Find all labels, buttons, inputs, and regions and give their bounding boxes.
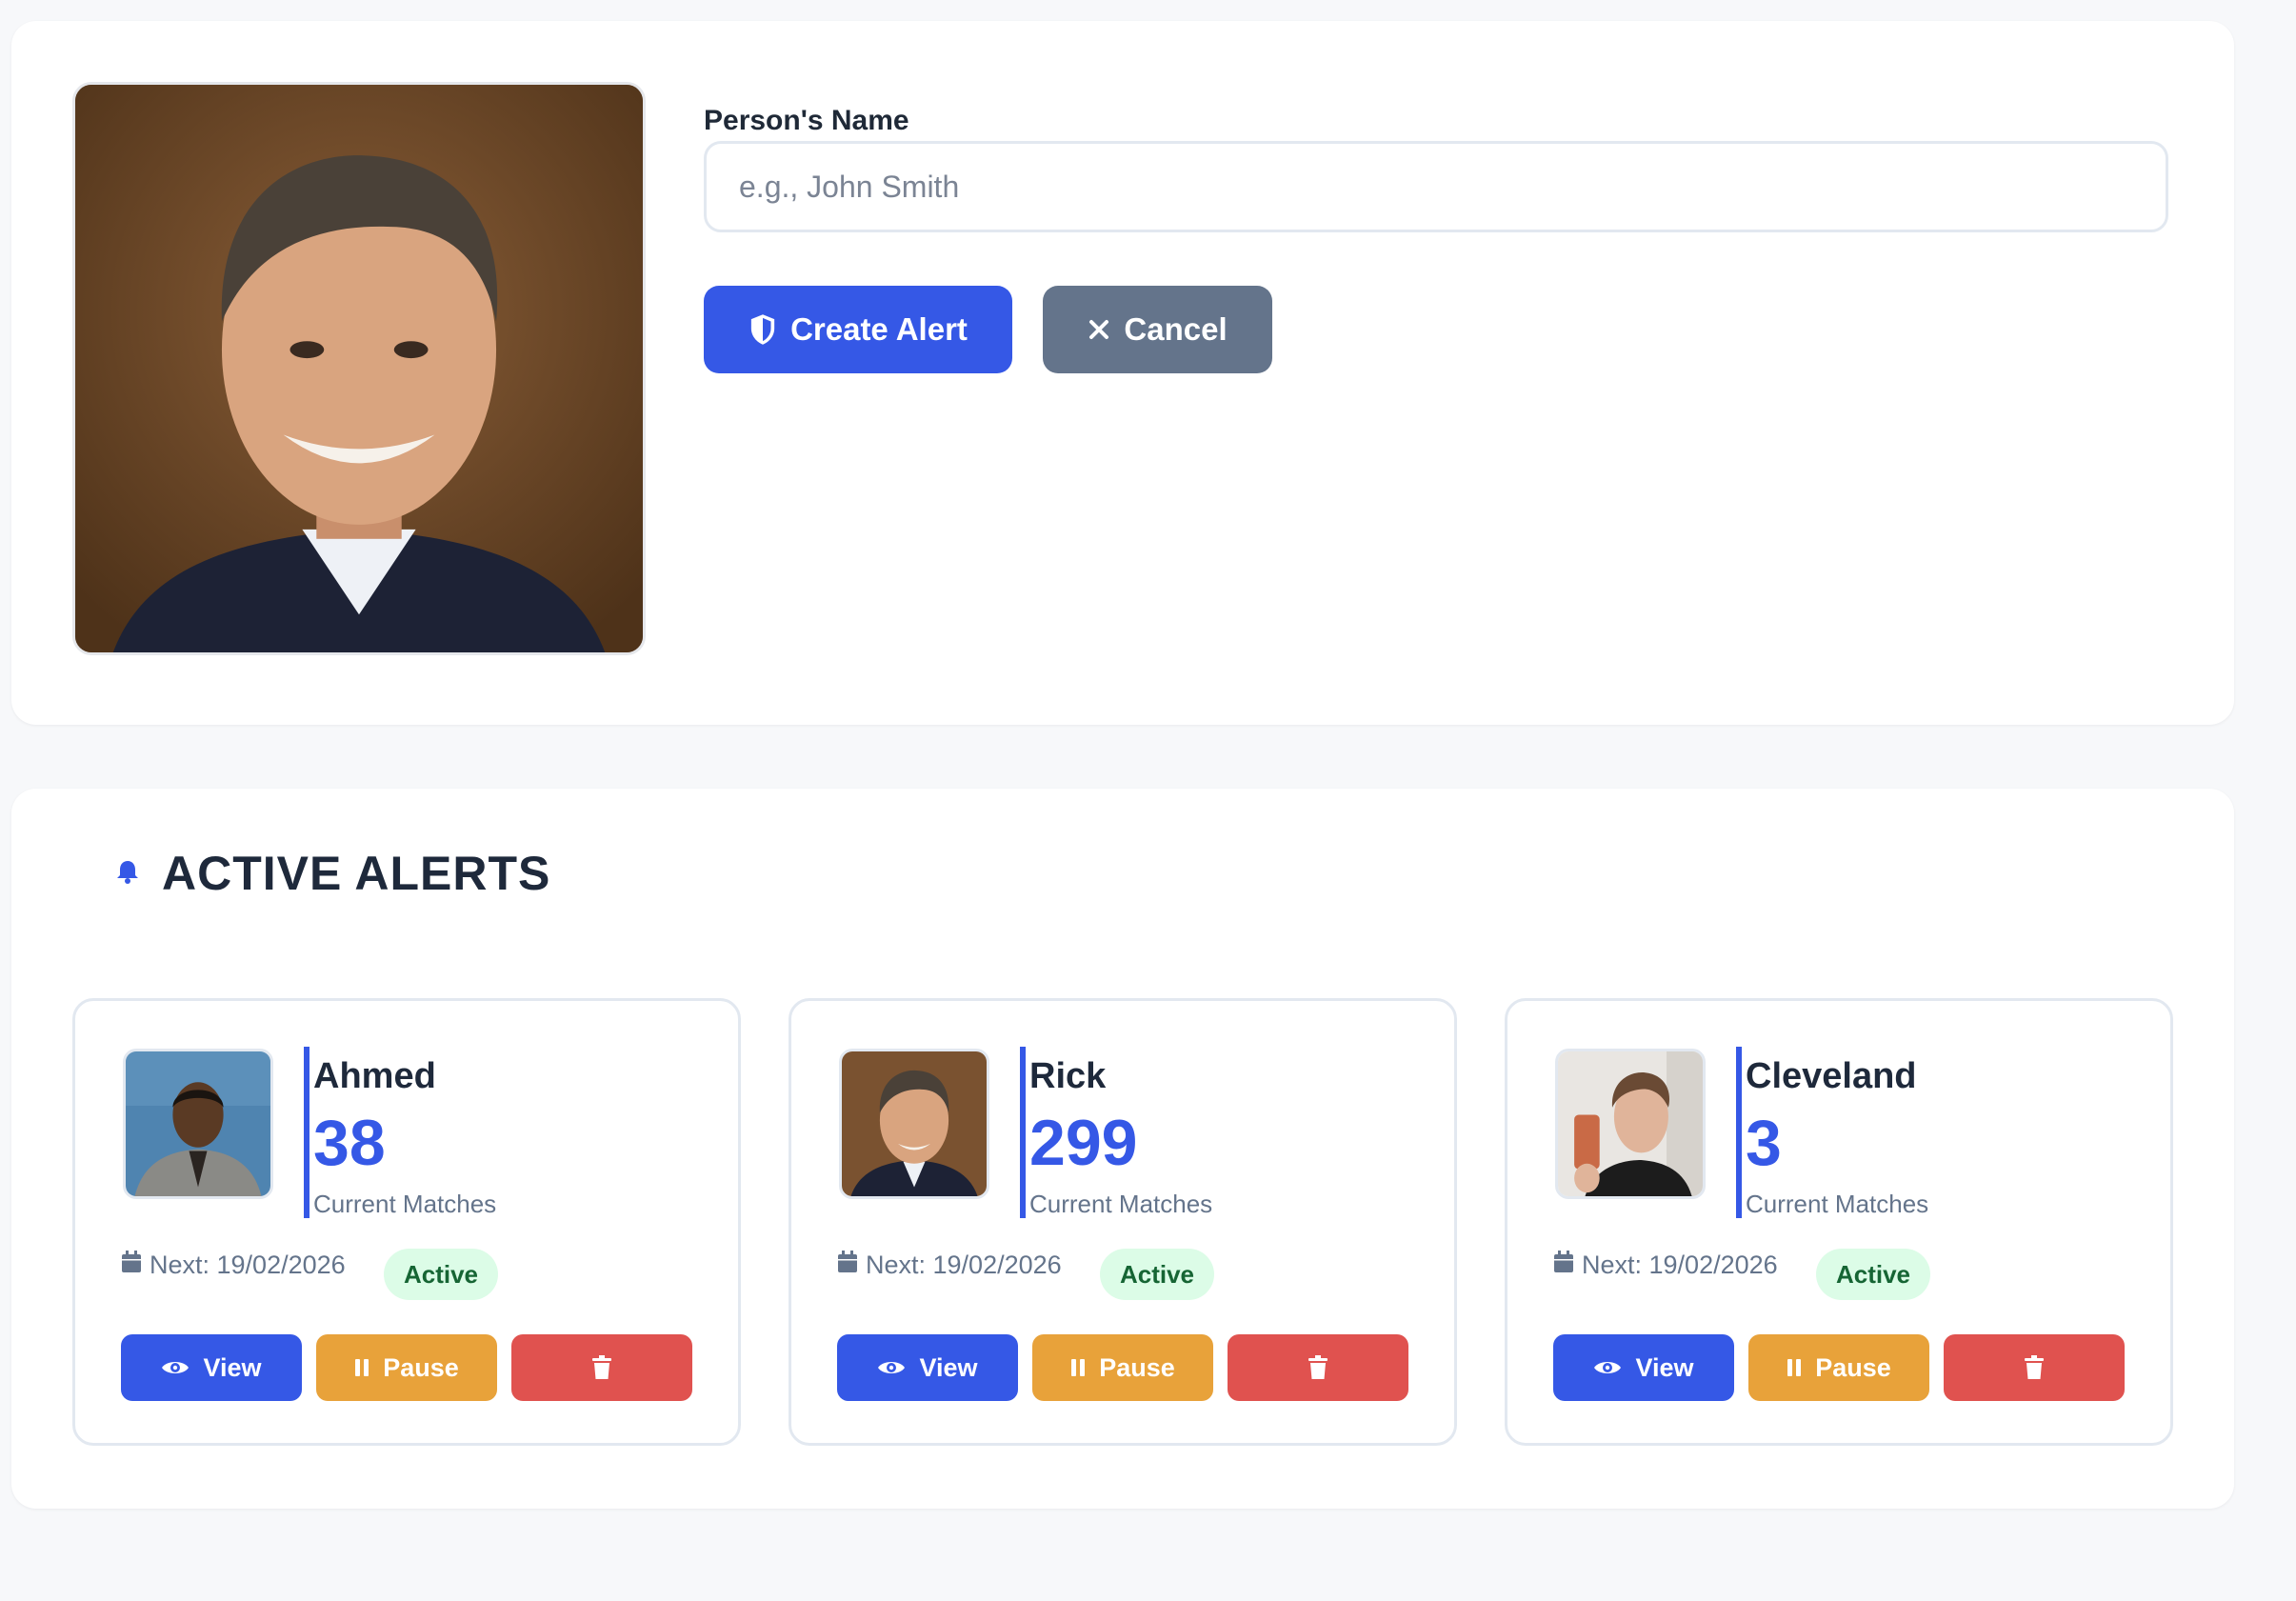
pause-button[interactable]: Pause — [1032, 1334, 1213, 1401]
cancel-button[interactable]: Cancel — [1043, 286, 1272, 373]
next-run-date: Next: 19/02/2026 — [150, 1251, 346, 1279]
status-badge: Active — [1816, 1249, 1930, 1300]
view-label: View — [203, 1352, 262, 1382]
alert-person-name: Ahmed — [313, 1056, 436, 1096]
alert-photo — [123, 1049, 273, 1199]
person-name-label: Person's Name — [704, 105, 909, 136]
trash-icon — [2024, 1355, 2045, 1380]
alert-photo — [839, 1049, 989, 1199]
pause-button[interactable]: Pause — [316, 1334, 497, 1401]
section-title: ACTIVE ALERTS — [162, 847, 551, 900]
eye-icon — [877, 1358, 906, 1377]
pause-icon — [1787, 1358, 1802, 1377]
alert-photo — [1555, 1049, 1706, 1199]
calendar-icon — [837, 1251, 858, 1280]
view-button[interactable]: View — [121, 1334, 302, 1401]
pause-label: Pause — [1815, 1352, 1891, 1382]
next-run: Next: 19/02/2026 — [121, 1251, 346, 1280]
alert-stats: Rick 299 Current Matches — [1020, 1047, 1212, 1218]
match-count: 299 — [1029, 1107, 1138, 1179]
eye-icon — [1593, 1358, 1622, 1377]
view-label: View — [1635, 1352, 1694, 1382]
alert-stats: Cleveland 3 Current Matches — [1736, 1047, 1928, 1218]
next-run: Next: 19/02/2026 — [837, 1251, 1062, 1280]
cancel-label: Cancel — [1124, 311, 1228, 347]
create-alert-button[interactable]: Create Alert — [704, 286, 1012, 373]
status-badge: Active — [384, 1249, 498, 1300]
calendar-icon — [121, 1251, 142, 1280]
eye-icon — [161, 1358, 190, 1377]
create-alert-panel: Person's Name Create Alert Cancel — [11, 21, 2234, 725]
pause-label: Pause — [1099, 1352, 1175, 1382]
view-button[interactable]: View — [837, 1334, 1018, 1401]
calendar-icon — [1553, 1251, 1574, 1280]
person-name-input[interactable] — [704, 141, 2168, 232]
pause-icon — [354, 1358, 369, 1377]
bell-icon — [116, 859, 139, 889]
active-alerts-panel: ACTIVE ALERTS Ahmed 38 Current Matches N… — [11, 789, 2234, 1509]
alert-person-name: Rick — [1029, 1056, 1107, 1096]
next-run: Next: 19/02/2026 — [1553, 1251, 1778, 1280]
alert-stats: Ahmed 38 Current Matches — [304, 1047, 496, 1218]
match-count: 3 — [1746, 1107, 1782, 1179]
next-run-date: Next: 19/02/2026 — [1582, 1251, 1778, 1279]
create-alert-label: Create Alert — [790, 311, 968, 347]
view-button[interactable]: View — [1553, 1334, 1734, 1401]
alert-card: Rick 299 Current Matches Next: 19/02/202… — [789, 998, 1457, 1446]
delete-button[interactable] — [511, 1334, 692, 1401]
match-count: 38 — [313, 1107, 386, 1179]
trash-icon — [1308, 1355, 1328, 1380]
delete-button[interactable] — [1944, 1334, 2125, 1401]
status-badge: Active — [1100, 1249, 1214, 1300]
shield-icon — [749, 313, 777, 346]
trash-icon — [591, 1355, 612, 1380]
next-run-date: Next: 19/02/2026 — [866, 1251, 1062, 1279]
pause-icon — [1070, 1358, 1086, 1377]
uploaded-face-photo — [72, 82, 646, 655]
view-label: View — [919, 1352, 978, 1382]
match-count-label: Current Matches — [1746, 1190, 1929, 1218]
match-count-label: Current Matches — [1029, 1190, 1213, 1218]
alert-person-name: Cleveland — [1746, 1056, 1917, 1096]
pause-label: Pause — [383, 1352, 459, 1382]
close-icon — [1088, 318, 1110, 341]
pause-button[interactable]: Pause — [1748, 1334, 1929, 1401]
match-count-label: Current Matches — [313, 1190, 497, 1218]
alert-card: Ahmed 38 Current Matches Next: 19/02/202… — [72, 998, 741, 1446]
section-header: ACTIVE ALERTS — [116, 846, 550, 901]
delete-button[interactable] — [1228, 1334, 1408, 1401]
alert-card: Cleveland 3 Current Matches Next: 19/02/… — [1505, 998, 2173, 1446]
